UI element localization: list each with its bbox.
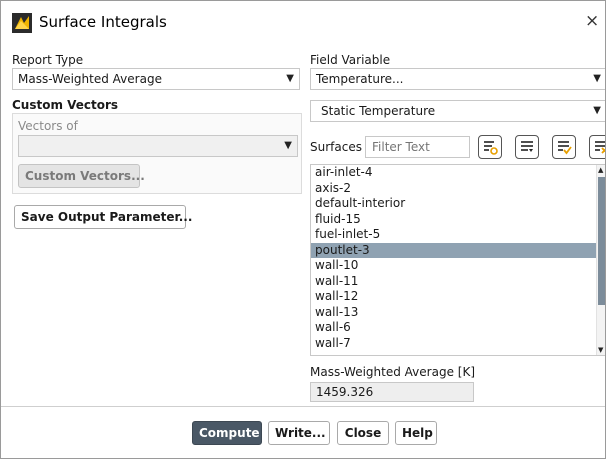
fluent-app-icon — [12, 13, 32, 33]
write-button[interactable]: Write... — [268, 421, 330, 445]
close-icon[interactable]: × — [585, 11, 599, 31]
surface-list-item[interactable]: fluid-15 — [311, 212, 605, 228]
scrollbar-thumb[interactable] — [598, 177, 605, 305]
surface-list-item[interactable]: fuel-inlet-5 — [311, 227, 605, 243]
deselect-all-surfaces-icon[interactable] — [589, 135, 605, 159]
surface-list-item[interactable]: wall-10 — [311, 258, 605, 274]
close-button[interactable]: Close — [337, 421, 389, 445]
surface-list-item[interactable]: poutlet-3 — [311, 242, 605, 258]
help-button[interactable]: Help — [395, 421, 437, 445]
chevron-down-icon: ▼ — [593, 105, 601, 116]
window-title: Surface Integrals — [39, 13, 167, 31]
chevron-down-icon: ▼ — [286, 73, 294, 84]
surface-integrals-dialog: Surface Integrals × Report Type Mass-Wei… — [0, 0, 606, 459]
report-type-label: Report Type — [12, 53, 84, 67]
surface-list-item[interactable]: wall-7 — [311, 336, 605, 352]
chevron-down-icon: ▼ — [593, 73, 601, 84]
field-variable-dropdown[interactable]: Static Temperature ▼ — [310, 100, 605, 122]
surface-list-item[interactable]: wall-13 — [311, 305, 605, 321]
select-all-surfaces-icon[interactable] — [552, 135, 576, 159]
title-bar: Surface Integrals × — [1, 1, 605, 43]
save-output-parameter-button[interactable]: Save Output Parameter... — [14, 205, 192, 229]
custom-vectors-heading: Custom Vectors — [12, 98, 119, 112]
result-label: Mass-Weighted Average [K] — [310, 365, 475, 379]
surface-list-item[interactable]: default-interior — [311, 196, 605, 212]
surface-list-item[interactable]: axis-2 — [311, 181, 605, 197]
chevron-down-icon: ▼ — [284, 140, 292, 151]
surface-list-item[interactable]: wall-6 — [311, 320, 605, 336]
field-variable-category-dropdown[interactable]: Temperature... ▼ — [310, 68, 605, 90]
surfaces-label: Surfaces — [310, 140, 362, 154]
report-type-value: Mass-Weighted Average — [18, 72, 162, 86]
compute-button[interactable]: Compute — [192, 421, 262, 445]
scroll-down-icon[interactable]: ▼ — [598, 346, 603, 354]
field-variable-category-value: Temperature... — [316, 72, 404, 86]
scroll-up-icon[interactable]: ▲ — [598, 166, 603, 174]
field-variable-label: Field Variable — [310, 53, 391, 67]
footer-divider — [1, 406, 605, 407]
vectors-of-dropdown[interactable]: ▼ — [18, 135, 298, 157]
surfaces-filter-input[interactable] — [365, 136, 470, 158]
vectors-of-label: Vectors of — [18, 119, 78, 133]
result-value-field: 1459.326 — [310, 382, 474, 402]
report-type-dropdown[interactable]: Mass-Weighted Average ▼ — [12, 68, 300, 90]
select-new-surfaces-icon[interactable] — [478, 135, 502, 159]
field-variable-value: Static Temperature — [321, 104, 436, 118]
custom-vectors-button[interactable]: Custom Vectors... — [18, 164, 145, 188]
group-surfaces-icon[interactable] — [515, 135, 539, 159]
surfaces-scrollbar[interactable]: ▲ ▼ — [596, 165, 605, 355]
surfaces-list[interactable]: air-inlet-4 axis-2 default-interior fluid-1… — [310, 164, 605, 356]
surface-list-item[interactable]: wall-12 — [311, 289, 605, 305]
surface-list-item[interactable]: air-inlet-4 — [311, 165, 605, 181]
surface-list-item[interactable]: wall-11 — [311, 274, 605, 290]
surfaces-list-items: air-inlet-4 axis-2 default-interior fluid-1… — [311, 165, 605, 352]
